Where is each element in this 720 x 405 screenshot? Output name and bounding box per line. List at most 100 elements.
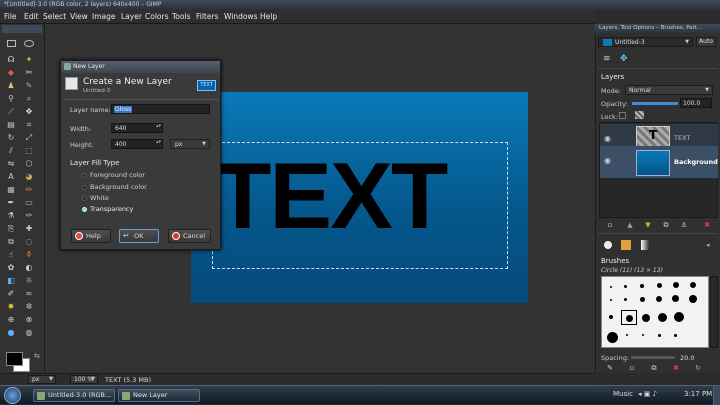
fill-background-radio[interactable]	[82, 185, 87, 190]
brush-item[interactable]	[640, 284, 644, 288]
shear-icon[interactable]: ⫽	[5, 145, 17, 156]
help-button[interactable]: Help	[71, 229, 111, 243]
warp-icon[interactable]: ≈	[23, 288, 35, 299]
edit-brush-icon[interactable]: ✎	[605, 364, 615, 373]
fill-background-label[interactable]: Background color	[90, 183, 147, 191]
foreground-select-icon[interactable]: ♟	[5, 80, 17, 91]
image-selector[interactable]: Untitled-3 ▼	[598, 37, 693, 47]
smudge-icon[interactable]: ☝	[5, 249, 17, 260]
color-select-icon[interactable]: ◆	[5, 67, 17, 78]
menu-windows[interactable]: Windows	[224, 12, 257, 21]
levels-icon[interactable]: ◐	[23, 262, 35, 273]
refresh-brushes-icon[interactable]: ↻	[693, 364, 703, 373]
menu-layer[interactable]: Layer	[121, 12, 142, 21]
menu-edit[interactable]: Edit	[24, 12, 39, 21]
gradient-tab-icon[interactable]	[641, 240, 649, 250]
brush-item[interactable]	[689, 295, 697, 303]
bucket-fill-icon[interactable]: ◕	[23, 171, 35, 182]
pattern-tab-icon[interactable]	[621, 240, 631, 250]
raise-layer-icon[interactable]: ▲	[625, 221, 635, 230]
star-icon[interactable]: ✲	[23, 301, 35, 312]
lock-alpha-icon[interactable]	[635, 111, 644, 119]
height-spinner-icon[interactable]: ▴▾	[156, 139, 161, 145]
eye-icon[interactable]: ◉	[604, 156, 611, 165]
perspective-clone-icon[interactable]: ⧉	[5, 236, 17, 247]
brush-item[interactable]	[624, 298, 627, 301]
menu-view[interactable]: View	[70, 12, 88, 21]
layer-name-input[interactable]: Gloss	[111, 104, 210, 114]
measure-icon[interactable]: ⟋	[5, 106, 17, 117]
selected-brush[interactable]	[621, 310, 637, 325]
brush-item[interactable]	[626, 334, 628, 336]
color-picker-icon[interactable]: ⚲	[5, 93, 17, 104]
start-button[interactable]	[4, 387, 21, 404]
handle-icon[interactable]: ⊕	[5, 314, 17, 325]
duplicate-layer-icon[interactable]: ⧉	[661, 221, 671, 230]
delete-brush-icon[interactable]: ✖	[671, 364, 681, 373]
brush-item[interactable]	[658, 334, 661, 337]
gradient-icon[interactable]: ◧	[5, 275, 17, 286]
menu-colors[interactable]: Colors	[145, 12, 169, 21]
menu-file[interactable]: File	[4, 12, 17, 21]
brush-tab-icon[interactable]	[604, 241, 612, 249]
brush-item[interactable]	[656, 296, 662, 302]
ellipse-select-icon[interactable]	[24, 40, 34, 47]
perspective-icon[interactable]: ⬚	[23, 145, 35, 156]
node-icon[interactable]: ⊗	[23, 314, 35, 325]
unit-select[interactable]: px ▼	[28, 375, 56, 384]
dropper-icon[interactable]: ✐	[5, 288, 17, 299]
free-select-icon[interactable]: ☊	[5, 54, 17, 65]
auto-button[interactable]: Auto	[696, 37, 716, 47]
move-icon[interactable]: ✥	[23, 106, 35, 117]
flip-icon[interactable]: ⇋	[5, 158, 17, 169]
taskbar-item-gimp[interactable]: Untitled-3.0 (RGB...	[33, 389, 115, 402]
eraser-icon[interactable]: ▭	[23, 197, 35, 208]
fuzzy-select-icon[interactable]: ✦	[23, 54, 35, 65]
airbrush-icon[interactable]: ⚗	[5, 210, 17, 221]
text-tool-icon[interactable]: A	[5, 171, 17, 182]
cage-icon[interactable]: ⬡	[23, 158, 35, 169]
blend-icon[interactable]: ▦	[5, 184, 17, 195]
paths-icon[interactable]: ✎	[23, 80, 35, 91]
brush-item[interactable]	[642, 334, 644, 336]
brush-item[interactable]	[610, 299, 612, 301]
height-input[interactable]: 400 ▴▾	[111, 139, 163, 149]
fill-transparency-radio[interactable]	[82, 207, 87, 212]
taskbar-item-new-layer[interactable]: New Layer	[118, 389, 200, 402]
align-icon[interactable]: ▤	[5, 119, 17, 130]
brush-item[interactable]	[624, 285, 627, 288]
brush-item[interactable]	[658, 313, 667, 322]
brush-item[interactable]	[640, 297, 645, 302]
tray-icons[interactable]: ◂ ▣ ♪	[638, 390, 657, 398]
cancel-button[interactable]: Cancel	[168, 229, 211, 243]
brush-scrollbar[interactable]	[710, 276, 718, 348]
menu-help[interactable]: Help	[260, 12, 277, 21]
brush-item[interactable]	[657, 283, 662, 288]
show-desktop-button[interactable]	[713, 386, 720, 405]
fill-foreground-label[interactable]: Foreground color	[90, 171, 145, 179]
fill-white-label[interactable]: White	[90, 194, 109, 202]
brush-item[interactable]	[673, 282, 679, 288]
foreground-color-swatch[interactable]	[6, 352, 23, 366]
panel-menu-icon[interactable]: ◂	[706, 241, 710, 249]
fill-foreground-radio[interactable]	[82, 173, 87, 178]
width-spinner-icon[interactable]: ▴▾	[156, 123, 161, 129]
mode-select[interactable]: Normal ▼	[625, 85, 713, 95]
sponge-icon[interactable]: ◍	[23, 327, 35, 338]
brush-item[interactable]	[609, 315, 613, 319]
brush-item[interactable]	[607, 332, 618, 343]
move-tool-icon[interactable]: ✥	[620, 55, 630, 64]
new-layer-icon[interactable]: ▫	[605, 221, 615, 230]
heal-icon[interactable]: ✚	[23, 223, 35, 234]
opacity-slider[interactable]	[632, 102, 678, 105]
pencil-icon[interactable]: ✏	[23, 184, 35, 195]
menu-tools[interactable]: Tools	[172, 12, 190, 21]
fill-transparency-label[interactable]: Transparency	[90, 205, 133, 213]
brush-grid[interactable]	[601, 276, 709, 348]
highlight-icon[interactable]: ✹	[5, 301, 17, 312]
anchor-layer-icon[interactable]: ⚓	[679, 221, 689, 230]
menu-select[interactable]: Select	[43, 12, 66, 21]
duplicate-brush-icon[interactable]: ⧉	[649, 364, 659, 373]
threshold-icon[interactable]: ☼	[23, 275, 35, 286]
ok-button[interactable]: ↵ OK	[119, 229, 159, 243]
